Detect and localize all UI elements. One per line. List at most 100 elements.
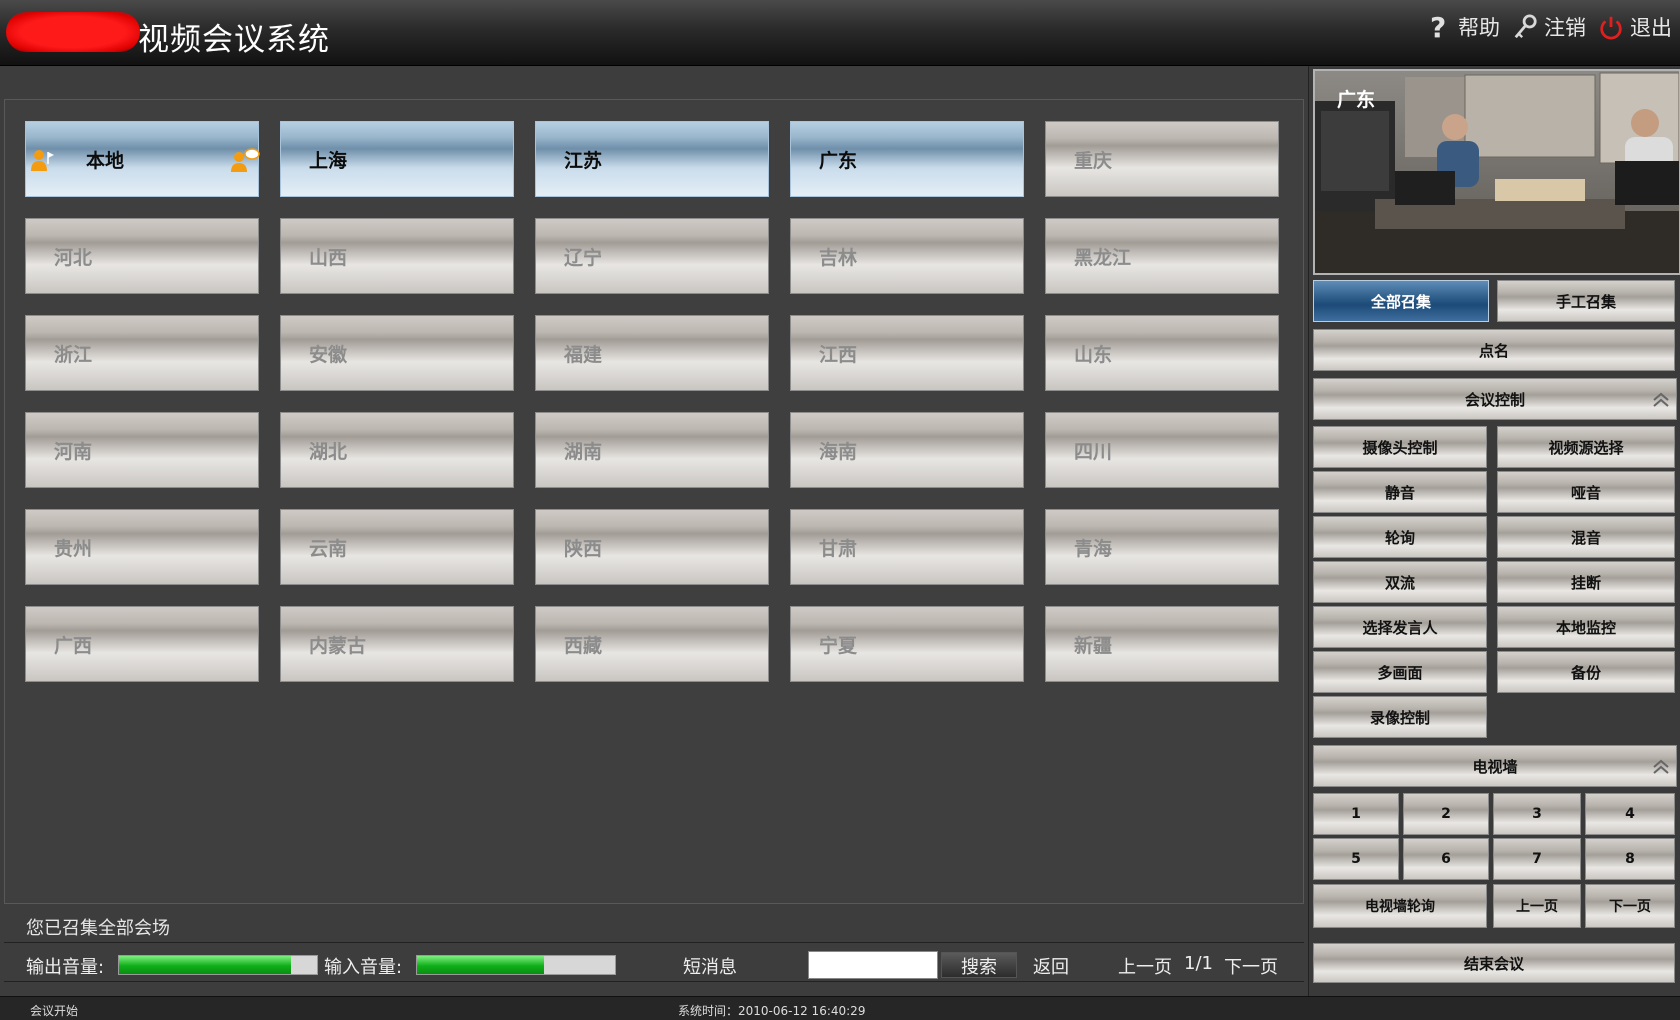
site-button[interactable]: 浙江 (25, 315, 259, 391)
backup-button[interactable]: 备份 (1497, 651, 1675, 693)
video-source-button[interactable]: 视频源选择 (1497, 426, 1675, 468)
tv-wall-screen-button[interactable]: 3 (1493, 793, 1581, 835)
sms-link[interactable]: 短消息 (683, 953, 737, 979)
site-button[interactable]: 海南 (790, 412, 1024, 488)
back-link[interactable]: 返回 (1033, 953, 1069, 979)
power-icon (1598, 12, 1624, 42)
site-button[interactable]: 江西 (790, 315, 1024, 391)
site-button[interactable]: 青海 (1045, 509, 1279, 585)
tv-wall-section[interactable]: 电视墙 (1313, 745, 1677, 787)
video-site-label: 广东 (1337, 89, 1376, 111)
call-all-button[interactable]: 全部召集 (1313, 280, 1489, 322)
video-preview[interactable]: 广东 (1313, 69, 1680, 275)
collapse-up-icon (1653, 759, 1669, 774)
output-volume-meter[interactable] (118, 955, 318, 975)
site-button[interactable]: 陕西 (535, 509, 769, 585)
select-speaker-button[interactable]: 选择发言人 (1313, 606, 1487, 648)
tv-wall-screen-button[interactable]: 2 (1403, 793, 1489, 835)
tv-wall-screen-button[interactable]: 1 (1313, 793, 1399, 835)
site-label: 新疆 (1074, 635, 1113, 657)
tv-wall-screen-button[interactable]: 6 (1403, 838, 1489, 880)
site-button[interactable]: 宁夏 (790, 606, 1024, 682)
meeting-status: 会议开始 (30, 1004, 79, 1018)
help-icon: ? (1426, 12, 1452, 42)
site-label: 河北 (54, 247, 93, 269)
tv-wall-screen-button[interactable]: 4 (1585, 793, 1675, 835)
search-button[interactable]: 搜索 (941, 952, 1017, 978)
multi-screen-button[interactable]: 多画面 (1313, 651, 1487, 693)
site-button[interactable]: 安徽 (280, 315, 514, 391)
audio-mix-button[interactable]: 混音 (1497, 516, 1675, 558)
roll-call-button[interactable]: 点名 (1313, 329, 1675, 371)
site-label: 上海 (309, 150, 348, 172)
end-meeting-button[interactable]: 结束会议 (1313, 943, 1675, 983)
site-button[interactable]: 西藏 (535, 606, 769, 682)
site-button[interactable]: 本地 (25, 121, 260, 197)
dual-stream-button[interactable]: 双流 (1313, 561, 1487, 603)
redacted-logo (6, 12, 140, 52)
tv-wall-screen-button[interactable]: 8 (1585, 838, 1675, 880)
tv-wall-polling-button[interactable]: 电视墙轮询 (1313, 884, 1487, 928)
site-button[interactable]: 云南 (280, 509, 514, 585)
hangup-button[interactable]: 挂断 (1497, 561, 1675, 603)
site-label: 辽宁 (564, 247, 603, 269)
site-label: 海南 (819, 441, 858, 463)
local-monitor-button[interactable]: 本地监控 (1497, 606, 1675, 648)
chairman-person-icon (230, 148, 260, 172)
site-button[interactable]: 广东 (790, 121, 1024, 197)
exit-button[interactable]: 退出 (1598, 12, 1672, 42)
site-button[interactable]: 福建 (535, 315, 769, 391)
tv-wall-screen-button[interactable]: 5 (1313, 838, 1399, 880)
site-button[interactable]: 山西 (280, 218, 514, 294)
site-button[interactable]: 江苏 (535, 121, 769, 197)
site-button[interactable]: 辽宁 (535, 218, 769, 294)
input-volume-meter[interactable] (416, 955, 616, 975)
mute-button[interactable]: 静音 (1313, 471, 1487, 513)
site-button[interactable]: 黑龙江 (1045, 218, 1279, 294)
site-button[interactable]: 吉林 (790, 218, 1024, 294)
site-label: 贵州 (54, 538, 93, 560)
header-bar: 视频会议系统 ? 帮助 注销 退出 (0, 0, 1680, 66)
help-button[interactable]: ? 帮助 (1426, 12, 1500, 42)
site-button[interactable]: 重庆 (1045, 121, 1279, 197)
site-button[interactable]: 四川 (1045, 412, 1279, 488)
app-title: 视频会议系统 (138, 22, 330, 58)
site-label: 山东 (1074, 344, 1113, 366)
search-input[interactable] (808, 951, 938, 979)
site-label: 广西 (54, 635, 93, 657)
site-label: 四川 (1074, 441, 1113, 463)
site-label: 内蒙古 (309, 635, 367, 657)
meeting-control-section[interactable]: 会议控制 (1313, 378, 1677, 420)
site-button[interactable]: 河北 (25, 218, 259, 294)
tv-wall-screen-button[interactable]: 7 (1493, 838, 1581, 880)
status-message: 您已召集全部会场 (26, 918, 170, 939)
tv-prev-page-button[interactable]: 上一页 (1493, 884, 1581, 928)
record-control-button[interactable]: 录像控制 (1313, 696, 1487, 738)
dumb-button[interactable]: 哑音 (1497, 471, 1675, 513)
site-button[interactable]: 广西 (25, 606, 259, 682)
collapse-up-icon (1653, 392, 1669, 407)
site-button[interactable]: 湖南 (535, 412, 769, 488)
bottom-toolbar: 输出音量: 输入音量: 短消息 搜索 返回 上一页 1/1 下一页 (4, 942, 1304, 982)
site-button[interactable]: 河南 (25, 412, 259, 488)
site-button[interactable]: 山东 (1045, 315, 1279, 391)
next-page-link[interactable]: 下一页 (1224, 953, 1278, 979)
polling-button[interactable]: 轮询 (1313, 516, 1487, 558)
site-button[interactable]: 贵州 (25, 509, 259, 585)
camera-control-button[interactable]: 摄像头控制 (1313, 426, 1487, 468)
tv-next-page-button[interactable]: 下一页 (1585, 884, 1675, 928)
logout-button[interactable]: 注销 (1512, 12, 1586, 42)
site-button[interactable]: 内蒙古 (280, 606, 514, 682)
svg-text:?: ? (1430, 12, 1446, 42)
site-label: 西藏 (564, 635, 603, 657)
prev-page-link[interactable]: 上一页 (1118, 953, 1172, 979)
site-grid-panel: 本地 上海 江苏 广东 重庆河北 山西 辽宁 吉林 黑龙江浙江 安徽 福建 江西 山东河南 湖北 湖南 海南 四… (4, 99, 1304, 904)
site-button[interactable]: 甘肃 (790, 509, 1024, 585)
control-panel: 广东 全部召集 手工召集 点名 会议控制 摄像头控制 视频源选择 静音 哑音 轮… (1308, 66, 1680, 996)
site-button[interactable]: 上海 (280, 121, 514, 197)
site-button[interactable]: 新疆 (1045, 606, 1279, 682)
site-button[interactable]: 湖北 (280, 412, 514, 488)
app-window: 视频会议系统 ? 帮助 注销 退出 本地 上海 江苏 广东 重庆 河北 山西 辽… (0, 0, 1680, 1020)
input-volume-fill (417, 956, 544, 974)
manual-call-button[interactable]: 手工召集 (1497, 280, 1675, 322)
